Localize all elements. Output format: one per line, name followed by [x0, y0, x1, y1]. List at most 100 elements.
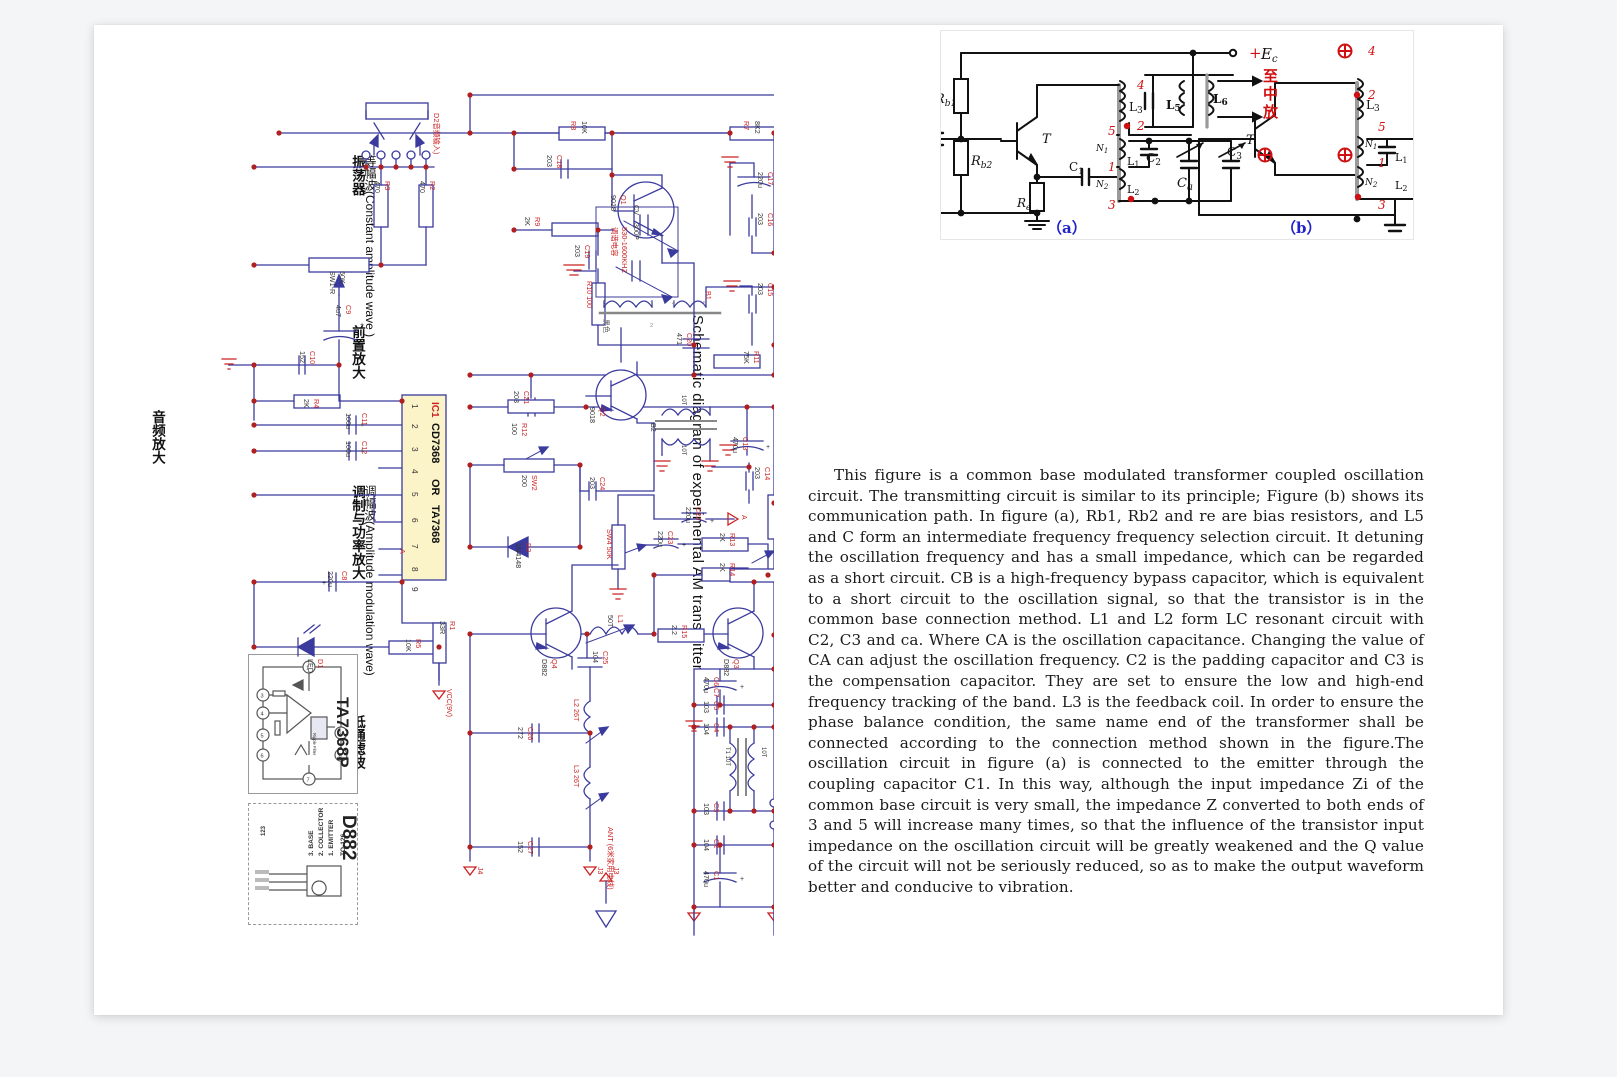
ref-C21: C21 [522, 391, 531, 404]
ref-R4: R4 [312, 399, 321, 408]
label-l1-b: L1 [1395, 151, 1407, 165]
tap-3-b: 3 [1378, 198, 1386, 212]
ref-C8: C8 [340, 571, 349, 580]
label-l2-b: L2 [1395, 179, 1407, 193]
ref-R5: R5 [414, 639, 423, 648]
ref-C20: C20 [685, 333, 694, 346]
tuning-cap-note-line1: 调谐电容 [610, 227, 619, 257]
val-C23: 220u [656, 531, 665, 547]
val-Q4: D882 [540, 659, 549, 676]
val-C5: 103 [702, 701, 711, 713]
ref-R7: R7 [742, 121, 751, 130]
polarity-c11: + [360, 422, 364, 429]
ic-pin-6: 6 [410, 518, 420, 523]
val-SW2: 200 [520, 475, 529, 487]
ref-C3: C3 [712, 803, 721, 812]
tap-1-b: 1 [1378, 156, 1386, 170]
val-C26: 272 [516, 727, 525, 739]
ic-alt-part: TA7368 [429, 505, 441, 543]
val-R12: 100 [510, 423, 519, 435]
label-re: Re [1016, 196, 1031, 212]
ref-R14: R14 [728, 563, 737, 576]
ref-R12: R12 [520, 423, 529, 436]
ref-B1: B1 [704, 291, 713, 300]
ic-designator: IC1 [429, 402, 440, 418]
tap-3-a: 3 [1108, 198, 1116, 212]
explanation-text: This figure is a common base modulated t… [808, 465, 1424, 897]
val-R15: 2.2 [670, 625, 679, 635]
net-a-right: A [740, 515, 747, 520]
polarity-c8: + [322, 580, 326, 587]
turns-b2-secondary: 10T [680, 445, 686, 456]
ref-L3: L3 26T [572, 765, 581, 788]
val-C16: 203 [756, 213, 765, 225]
supply-label: Ec [1260, 45, 1278, 65]
ref-R11: R11 [752, 351, 761, 364]
polarity-c22: + [710, 518, 714, 525]
polarity-c6c7: + [740, 684, 744, 691]
label-n2-b: N2 [1364, 178, 1378, 189]
val-Q2: 9018 [588, 407, 597, 423]
label-l2-a: L2 [1127, 183, 1139, 197]
ref-C13: C13 [741, 437, 750, 450]
ref-C24: C24 [598, 477, 607, 490]
val-C17: 220u [756, 172, 765, 188]
ref-R10: R10 100 [585, 281, 594, 308]
val-C11: 100u [344, 413, 353, 429]
document-page: Rb1 Rb2 Re Cb T C1 C2 C3 Ca L1 L2 L3 L5 … [94, 25, 1503, 1015]
label-n2-a: N2 [1095, 180, 1109, 191]
label-l3-a: L3 [1129, 100, 1143, 116]
polarity-c12: + [360, 448, 364, 455]
net-a-left: A [398, 549, 405, 554]
cv-tap-3: 3 [603, 301, 606, 307]
explanation-paragraph: This figure is a common base modulated t… [808, 466, 1424, 896]
ref-L1: L1 [616, 615, 625, 623]
ic-or: OR [429, 479, 441, 496]
ic-pin-3: 3 [410, 447, 420, 452]
val-L1: 50T [606, 615, 615, 628]
label-c1-a: C1 [1069, 160, 1083, 176]
ref-Q4: Q4 [550, 659, 559, 669]
ref-R9: R9 [533, 217, 542, 226]
ic-pin-7: 7 [410, 544, 420, 549]
label-l5-a: L5 [1166, 98, 1181, 114]
tap-5-b: 5 [1378, 120, 1386, 134]
supply-sign: + [1249, 44, 1262, 62]
aux-input-note: D2音频输入) [432, 113, 441, 154]
ref-C14: C14 [763, 467, 772, 480]
tap-2-b: 2 [1367, 88, 1376, 102]
val-R14: 2K [718, 563, 727, 572]
ref-C5: C5 [712, 701, 721, 710]
tap-4-a: 4 [1136, 78, 1145, 92]
ref-C15: C15 [766, 283, 774, 296]
cv-tap-5: 5 [703, 301, 706, 307]
ref-R15: R15 [680, 625, 689, 638]
val-CV: 300P [632, 223, 641, 240]
label-l1-a: L1 [1127, 155, 1139, 169]
ic-pin-4: 4 [410, 469, 420, 474]
val-R4: 2K [302, 399, 311, 408]
ref-C10: C10 [308, 351, 317, 364]
val-C6C7: 470u [702, 677, 711, 693]
ref-C19: C19 [583, 245, 592, 258]
svg-text:中: 中 [1263, 85, 1278, 103]
val-R11: 75K [742, 351, 751, 364]
val-R1: 33R [438, 621, 447, 634]
ic-pin-2: 2 [410, 424, 420, 429]
ic-pin-9: 9 [410, 587, 420, 592]
ref-C22: C22 [694, 507, 703, 520]
am-transmitter-schematic: R8 10K C18 203 R7 8K2 C17 220u C16 203 C… [134, 55, 774, 965]
tap-2-a: 2 [1136, 119, 1145, 133]
ref-C26: C26 [526, 727, 535, 740]
val-C13: 470u [731, 437, 740, 453]
ref-L2: L2 26T [572, 699, 581, 722]
val-C15: 203 [756, 283, 765, 295]
ref-D2: D2 [524, 543, 533, 552]
ic-pin-1: 1 [410, 404, 420, 409]
val-C20: 471 [675, 333, 684, 345]
val-C18: 203 [545, 155, 554, 167]
val-R8: 10K [580, 121, 589, 134]
val-Q3: D882 [722, 659, 731, 676]
ref-C6C7: C6,C7 [712, 677, 721, 697]
ref-Q3: Q3 [732, 659, 741, 669]
